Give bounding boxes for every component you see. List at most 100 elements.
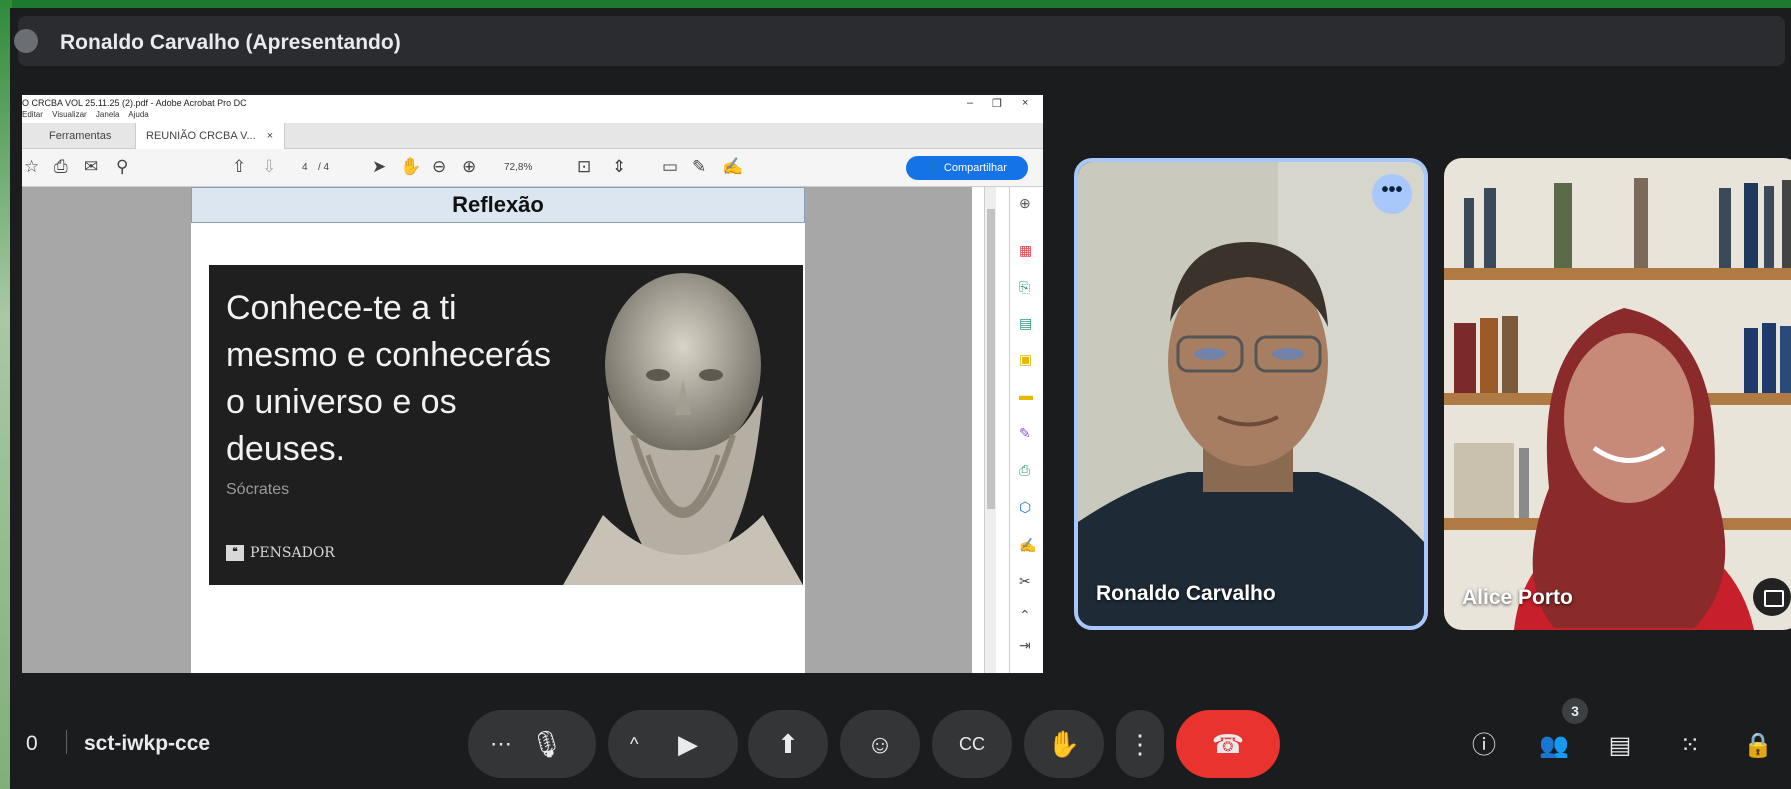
participant-tile-ronaldo[interactable]: ••• Ronaldo Carvalho [1074, 158, 1428, 630]
email-icon[interactable]: ✉ [84, 158, 98, 176]
zoom-in-icon[interactable]: ⊕ [462, 158, 476, 176]
pane-fill-sign-icon[interactable]: ✎ [1019, 425, 1031, 441]
participant-more-button[interactable]: ••• [1372, 174, 1412, 214]
meeting-time: 0 [26, 732, 38, 755]
more-vert-icon: ⋮ [1127, 729, 1153, 759]
present-button[interactable]: ⬆ [748, 710, 828, 778]
highlight-pen-icon[interactable]: ✎ [692, 158, 706, 176]
people-count-badge: 3 [1562, 698, 1588, 724]
share-label: Compartilhar [943, 162, 1007, 174]
page-total: / 4 [318, 162, 330, 173]
activities-icon[interactable]: ⁙ [1670, 726, 1710, 766]
comment-icon[interactable]: ▭ [662, 158, 678, 176]
acrobat-window-title: O CRCBA VOL 25.11.25 (2).pdf - Adobe Acr… [22, 98, 247, 108]
socrates-bust-image [563, 265, 803, 585]
participant-name: Ronaldo Carvalho [1096, 582, 1276, 605]
tab-close-icon[interactable]: × [267, 130, 273, 142]
cc-icon: CC [959, 734, 985, 754]
more-options-button[interactable]: ⋮ [1116, 710, 1164, 778]
pensador-mark-icon: ❝ [226, 545, 244, 561]
presenter-avatar [14, 29, 38, 53]
pane-comment-icon[interactable]: ▬ [1019, 387, 1033, 403]
acrobat-titlebar: O CRCBA VOL 25.11.25 (2).pdf - Adobe Acr… [22, 95, 1043, 123]
menu-janela[interactable]: Janela [96, 110, 120, 119]
tab-ferramentas[interactable]: Ferramentas [39, 123, 121, 149]
menu-ajuda[interactable]: Ajuda [128, 110, 148, 119]
quote-author: Sócrates [226, 481, 290, 498]
scroll-mode-icon[interactable]: ⇕ [612, 158, 626, 176]
pane-export-icon[interactable]: ⎘ [1019, 279, 1030, 295]
pane-collapse-icon[interactable]: ⌃ [1019, 607, 1031, 623]
info-icon[interactable]: ⓘ [1464, 726, 1504, 766]
hand-icon: ✋ [1047, 729, 1081, 759]
alice-video [1444, 158, 1791, 630]
pane-sign-icon[interactable]: ✍ [1019, 537, 1036, 553]
fit-page-icon[interactable]: ⊡ [577, 158, 591, 176]
tab-document-label: REUNIÃO CRCBA V... [146, 130, 256, 142]
more-audio-options-icon[interactable]: ⋯ [490, 710, 512, 778]
pane-print-icon[interactable]: ⎙ [1019, 462, 1030, 478]
pdf-page: Reflexão Conhece-te a ti mesmo e conhece… [191, 187, 805, 673]
share-button[interactable]: 👤 Compartilhar [906, 156, 1028, 180]
menu-editar[interactable]: Editar [22, 110, 43, 119]
pane-protect-icon[interactable]: ⬡ [1019, 499, 1031, 515]
page-number-input[interactable]: 4 [302, 162, 308, 173]
raise-hand-button[interactable]: ✋ [1024, 710, 1104, 778]
acrobat-tools-pane: ⊕ ▦ ⎘ ▤ ▣ ▬ ✎ ⎙ ⬡ ✍ ✂ ⌃ ⇥ [1009, 187, 1043, 673]
slide-heading: Reflexão [452, 192, 544, 217]
pane-edit-icon[interactable]: ▣ [1019, 351, 1032, 367]
chevron-up-icon[interactable]: ^ [630, 710, 638, 778]
pane-organize-icon[interactable]: ▦ [1019, 242, 1032, 258]
tab-document[interactable]: REUNIÃO CRCBA V... × [135, 123, 285, 149]
pane-zoom-icon[interactable]: ⊕ [1019, 195, 1031, 211]
fullscreen-icon[interactable] [1753, 578, 1791, 616]
emoji-icon: ☺ [866, 729, 894, 759]
slide-heading-bar: Reflexão [191, 187, 805, 223]
reactions-button[interactable]: ☺ [840, 710, 920, 778]
participant-tile-alice[interactable]: Alice Porto [1444, 158, 1791, 630]
pane-tools-icon[interactable]: ✂ [1019, 573, 1031, 589]
captions-button[interactable]: CC [932, 710, 1012, 778]
prev-page-icon[interactable]: ⇧ [232, 158, 246, 176]
presenter-title: Ronaldo Carvalho (Apresentando) [60, 31, 401, 54]
print-icon[interactable]: ⎙ [54, 158, 68, 176]
call-end-icon: ☎ [1211, 729, 1245, 759]
chat-icon[interactable]: ▤ [1600, 726, 1640, 766]
zoom-select[interactable]: 72,8% [504, 162, 532, 173]
mic-group: ⋯ 🎙 [468, 710, 596, 778]
scrollbar-thumb[interactable] [987, 209, 995, 509]
menu-visualizar[interactable]: Visualizar [52, 110, 87, 119]
restore-icon[interactable]: ❐ [992, 97, 1002, 110]
divider [66, 730, 67, 754]
quote-text: Conhece-te a ti mesmo e conhecerás o uni… [226, 289, 552, 468]
bookmark-star-icon[interactable]: ☆ [24, 158, 39, 176]
search-icon[interactable]: ⚲ [116, 158, 128, 176]
hand-tool-icon[interactable]: ✋ [400, 158, 421, 176]
participant-name: Alice Porto [1462, 586, 1573, 609]
people-icon[interactable]: 👥 [1534, 726, 1574, 766]
document-canvas: Reflexão Conhece-te a ti mesmo e conhece… [22, 187, 972, 673]
next-page-icon[interactable]: ⇩ [262, 158, 276, 176]
ronaldo-video [1078, 162, 1424, 626]
pane-create-icon[interactable]: ▤ [1019, 315, 1032, 331]
presenter-header: Ronaldo Carvalho (Apresentando) [14, 16, 1785, 66]
close-window-icon[interactable]: × [1022, 97, 1028, 109]
meeting-code: sct-iwkp-cce [84, 732, 211, 755]
pane-expand-icon[interactable]: ⇥ [1019, 637, 1031, 653]
minimize-icon[interactable]: – [967, 97, 973, 109]
end-call-button[interactable]: ☎ [1176, 710, 1280, 778]
host-controls-icon[interactable]: 🔒 [1738, 726, 1778, 766]
acrobat-tabbar: Ferramentas REUNIÃO CRCBA V... × [22, 123, 1043, 149]
document-scrollbar[interactable] [984, 187, 996, 673]
shared-screen-acrobat: O CRCBA VOL 25.11.25 (2).pdf - Adobe Acr… [22, 95, 1043, 673]
pensador-label: PENSADOR [250, 545, 335, 561]
videocam-icon[interactable]: ▶ [678, 710, 698, 778]
camera-group: ^ ▶ [608, 710, 738, 778]
present-icon: ⬆ [777, 729, 799, 759]
meet-window: Ronaldo Carvalho (Apresentando) O CRCBA … [10, 8, 1791, 789]
zoom-out-icon[interactable]: ⊖ [432, 158, 446, 176]
mic-icon[interactable]: 🎙 [530, 710, 563, 778]
sign-icon[interactable]: ✍ [722, 158, 743, 176]
select-cursor-icon[interactable]: ➤ [372, 158, 386, 176]
acrobat-menu: Editar Visualizar Janela Ajuda [22, 110, 156, 119]
